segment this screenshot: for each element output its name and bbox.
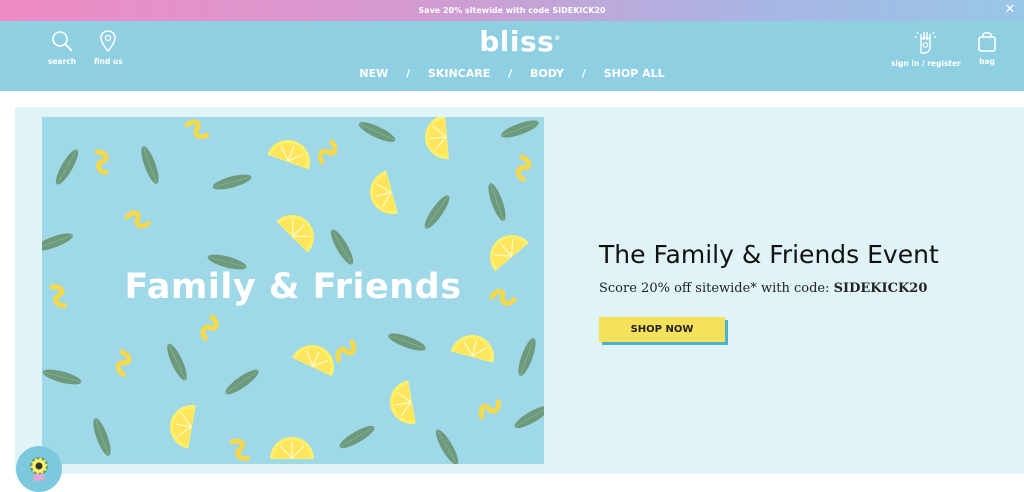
hero-image[interactable]: Family & Friends: [42, 117, 544, 464]
promo-banner: Save 20% sitewide with code SIDEKICK20 ✕: [0, 0, 1024, 21]
hero-image-heading: Family & Friends: [124, 267, 462, 307]
search-icon: [52, 31, 73, 52]
sign-in-label: sign in / register: [891, 59, 961, 68]
bag-label: bag: [979, 57, 995, 66]
hero-subtitle-text: Score 20% off sitewide* with code:: [599, 281, 834, 296]
nav-separator: /: [581, 67, 586, 80]
sign-in-button[interactable]: sign in / register: [891, 29, 961, 68]
nav-item-new[interactable]: NEW: [359, 67, 388, 80]
promo-text: Save 20% sitewide with code SIDEKICK20: [418, 6, 606, 15]
hero-title: The Family & Friends Event: [599, 240, 939, 269]
promo-code: SIDEKICK20: [833, 281, 928, 296]
registered-mark: ®: [554, 35, 561, 42]
site-header: search find us bliss® NEW / SKINCARE / B…: [0, 21, 1024, 91]
hand-icon: [914, 31, 936, 54]
search-label: search: [48, 57, 77, 66]
find-us-label: find us: [94, 57, 123, 66]
nav-item-shop-all[interactable]: SHOP ALL: [604, 67, 665, 80]
search-button[interactable]: search: [48, 29, 76, 66]
nav-item-body[interactable]: BODY: [530, 67, 564, 80]
nav-separator: /: [406, 67, 411, 80]
shop-now-button[interactable]: SHOP NOW: [599, 317, 725, 342]
logo-text: bliss: [479, 25, 555, 58]
nav-item-skincare[interactable]: SKINCARE: [428, 67, 490, 80]
location-pin-icon: [100, 30, 117, 53]
bliss-logo[interactable]: bliss®: [470, 25, 570, 58]
close-icon[interactable]: ✕: [1002, 0, 1018, 21]
bag-button[interactable]: bag: [975, 29, 999, 66]
nav-separator: /: [508, 67, 513, 80]
flower-badge-icon: [29, 456, 49, 483]
shopping-bag-icon: [978, 31, 996, 52]
rewards-badge[interactable]: [16, 446, 62, 492]
main-nav: NEW / SKINCARE / BODY / SHOP ALL: [0, 67, 1024, 80]
hero-subtitle: Score 20% off sitewide* with code: SIDEK…: [599, 281, 927, 296]
find-us-button[interactable]: find us: [94, 29, 123, 66]
